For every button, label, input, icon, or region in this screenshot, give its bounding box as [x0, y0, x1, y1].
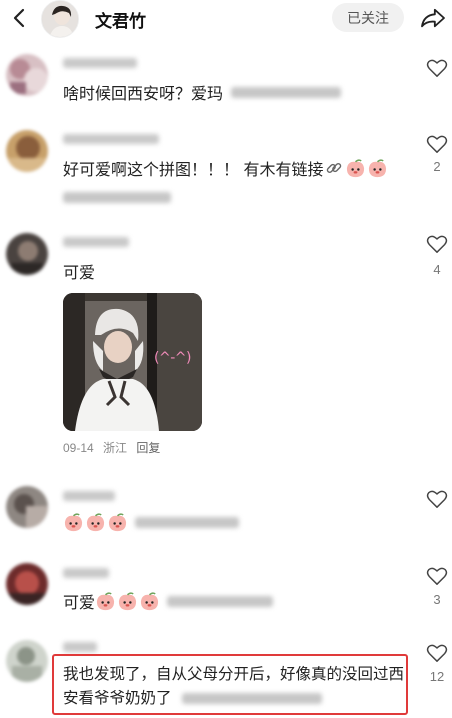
commenter-name[interactable]	[63, 134, 159, 144]
comment-text: 我也发现了，自从父母分开后，好像真的没回过西安看爷爷奶奶了	[63, 663, 405, 711]
link-icon	[327, 162, 342, 174]
image-kaomoji-caption: (^-^)	[154, 350, 191, 366]
heart-icon	[426, 59, 448, 77]
author-name[interactable]: 文君竹	[95, 7, 146, 32]
like-button[interactable]	[424, 641, 450, 665]
like-button[interactable]	[424, 56, 450, 80]
share-icon	[421, 8, 445, 28]
author-avatar[interactable]	[41, 0, 79, 38]
like-button[interactable]	[424, 487, 450, 511]
comment-text-content: 好可爱啊这个拼图！！！ 有木有链接	[63, 162, 324, 179]
comment-meta-blurred	[135, 517, 239, 528]
comment-meta-blurred	[167, 595, 274, 607]
commenter-name[interactable]	[63, 568, 109, 578]
peach-emoji-icon	[86, 513, 105, 532]
comment-meta-blurred	[63, 192, 171, 204]
comment-meta: 09-14 浙江 回复	[63, 439, 166, 456]
like-count: 2	[433, 159, 441, 174]
commenter-name[interactable]	[63, 237, 129, 247]
top-bar: 文君竹 已关注	[0, 0, 452, 42]
comment-text-content: 可爱	[63, 595, 96, 612]
comment-meta	[63, 189, 171, 207]
comment-meta-blurred	[231, 86, 342, 98]
peach-emoji-icon	[96, 591, 115, 610]
like-count: 3	[433, 592, 441, 607]
commenter-avatar[interactable]	[6, 486, 48, 528]
commenter-name[interactable]	[63, 491, 115, 501]
peach-emoji-icon	[369, 158, 387, 177]
heart-icon	[426, 135, 448, 153]
comment-image[interactable]: (^-^)	[63, 293, 202, 431]
comment-text: 好可爱啊这个拼图！！！ 有木有链接	[63, 156, 389, 180]
like-count: 12	[429, 669, 445, 684]
like-button[interactable]	[424, 132, 450, 156]
comment-text: 啥时候回西安呀？爱玛	[63, 80, 342, 104]
comment-location: 浙江	[103, 441, 128, 455]
heart-icon	[426, 490, 448, 508]
heart-icon	[426, 235, 448, 253]
commenter-name[interactable]	[63, 58, 137, 68]
commenter-avatar[interactable]	[6, 54, 48, 96]
commenter-avatar[interactable]	[6, 640, 48, 682]
follow-button[interactable]: 已关注	[332, 3, 404, 32]
comment-meta-blurred	[181, 693, 322, 705]
heart-icon	[426, 644, 448, 662]
peach-emoji-icon	[140, 591, 159, 610]
comment-text	[63, 512, 239, 533]
peach-emoji-icon	[108, 513, 127, 532]
comment-text: 可爱	[63, 589, 274, 613]
peach-emoji-icon	[64, 513, 83, 532]
commenter-avatar[interactable]	[6, 130, 48, 172]
like-button[interactable]	[424, 564, 450, 588]
reply-button[interactable]: 回复	[136, 441, 160, 455]
comment-date: 09-14	[63, 441, 94, 455]
commenter-name[interactable]	[63, 642, 97, 652]
peach-emoji-icon	[347, 158, 365, 177]
back-button[interactable]	[8, 5, 30, 31]
commenter-avatar[interactable]	[6, 233, 48, 275]
comment-text-content: 可爱	[63, 265, 96, 282]
share-button[interactable]	[418, 4, 448, 32]
chevron-left-icon	[13, 8, 25, 28]
comment-text-content: 啥时候回西安呀？爱玛	[63, 86, 224, 103]
comment-text: 可爱	[63, 259, 95, 283]
commenter-avatar[interactable]	[6, 563, 48, 605]
heart-icon	[426, 567, 448, 585]
like-count: 4	[433, 262, 441, 277]
like-button[interactable]	[424, 232, 450, 256]
peach-emoji-icon	[118, 591, 137, 610]
